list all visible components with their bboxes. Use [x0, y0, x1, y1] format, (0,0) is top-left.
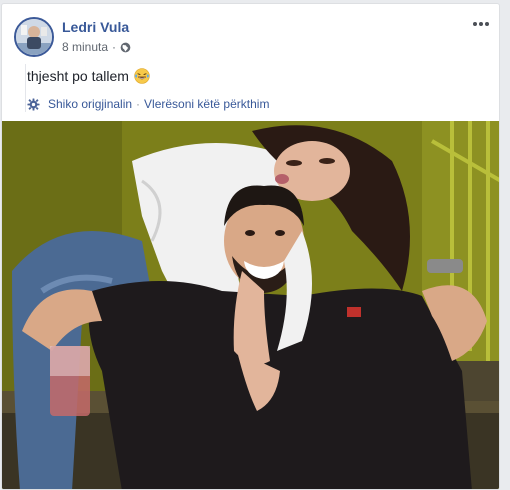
post-timestamp[interactable]: 8 minuta	[62, 40, 108, 54]
see-original-link[interactable]: Shiko origjinalin	[48, 97, 132, 111]
gear-icon[interactable]	[27, 97, 40, 111]
post-card: Ledri Vula 8 minuta · thjesht po tallem	[1, 3, 500, 490]
post-photo[interactable]	[2, 121, 499, 489]
globe-icon[interactable]	[120, 42, 131, 53]
more-options-button[interactable]	[471, 16, 491, 32]
rate-translation-link[interactable]: Vlerësoni këtë përkthim	[144, 97, 269, 111]
post-text: thjesht po tallem	[27, 68, 150, 84]
dot-icon	[473, 22, 477, 26]
post-meta: 8 minuta ·	[62, 40, 131, 54]
post-header: Ledri Vula 8 minuta ·	[2, 4, 499, 60]
photo-illustration	[2, 121, 499, 489]
post-message: thjesht po tallem	[27, 68, 129, 84]
avatar[interactable]	[14, 17, 54, 57]
dot-icon	[485, 22, 489, 26]
separator: ·	[136, 97, 141, 111]
laughing-tears-emoji-icon	[134, 68, 150, 84]
author-name[interactable]: Ledri Vula	[62, 19, 129, 35]
translation-bar: Shiko origjinalin · Vlerësoni këtë përkt…	[27, 97, 269, 111]
avatar-image	[16, 19, 52, 55]
dot-icon	[479, 22, 483, 26]
divider	[25, 64, 26, 112]
